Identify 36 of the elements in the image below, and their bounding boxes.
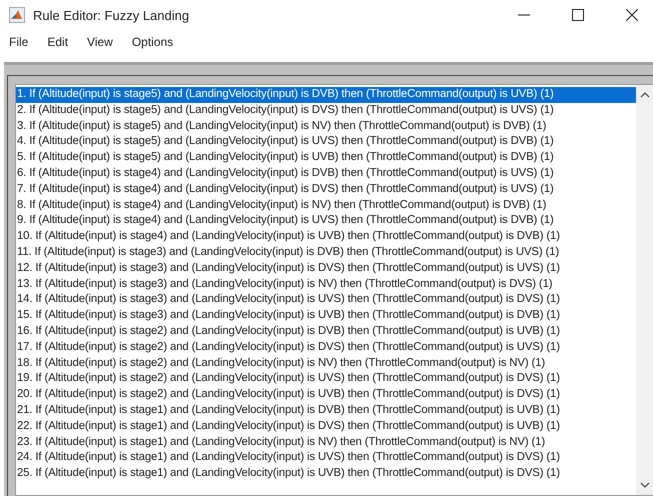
rule-item[interactable]: 6. If (Altitude(input) is stage4) and (LandingVelocity(input) is DVB) then (ThrottleCommand(output) is UVS) (1) <box>16 166 636 182</box>
rule-item[interactable]: 21. If (Altitude(input) is stage1) and (LandingVelocity(input) is DVB) then (ThrottleCommand(output) is UVB) (1) <box>16 402 636 419</box>
menu-item[interactable]: Edit <box>47 35 68 49</box>
rule-item[interactable]: 9. If (Altitude(input) is stage4) and (LandingVelocity(input) is UVS) then (ThrottleCommand(output) is DVB) (1) <box>16 213 636 230</box>
rule-item[interactable]: 18. If (Altitude(input) is stage2) and (LandingVelocity(input) is NV) then (ThrottleCommand(output) is NV) (1) <box>16 356 636 372</box>
rule-item[interactable]: 11. If (Altitude(input) is stage3) and (LandingVelocity(input) is DVB) then (ThrottleCommand(output) is UVS) (1) <box>16 244 636 261</box>
rule-item[interactable]: 14. If (Altitude(input) is stage3) and (LandingVelocity(input) is UVS) then (ThrottleCommand(output) is DVS) (1) <box>16 292 636 308</box>
rule-item[interactable]: 10. If (Altitude(input) is stage4) and (LandingVelocity(input) is UVB) then (ThrottleCommand(output) is DVB) (1) <box>16 229 636 245</box>
rule-item[interactable]: 7. If (Altitude(input) is stage4) and (LandingVelocity(input) is DVS) then (ThrottleCommand(output) is UVS) (1) <box>16 182 636 198</box>
menu-item[interactable]: View <box>87 35 113 49</box>
rule-item[interactable]: 19. If (Altitude(input) is stage2) and (LandingVelocity(input) is UVS) then (ThrottleCommand(output) is DVS) (1) <box>16 371 636 388</box>
rule-item[interactable]: 8. If (Altitude(input) is stage4) and (LandingVelocity(input) is NV) then (ThrottleCommand(output) is DVB) (1) <box>16 198 636 214</box>
rule-item[interactable]: 17. If (Altitude(input) is stage2) and (LandingVelocity(input) is DVS) then (ThrottleCommand(output) is UVS) (1) <box>16 340 636 356</box>
rule-item[interactable]: 12. If (Altitude(input) is stage3) and (LandingVelocity(input) is DVS) then (ThrottleCommand(output) is UVS) (1) <box>16 260 636 277</box>
rule-item[interactable]: 25. If (Altitude(input) is stage1) and (LandingVelocity(input) is UVB) then (ThrottleCommand(output) is DVS) (1) <box>16 466 636 482</box>
rule-item[interactable]: 1. If (Altitude(input) is stage5) and (LandingVelocity(input) is DVB) then (ThrottleCommand(output) is UVB) (1) <box>16 87 636 103</box>
rule-item[interactable]: 13. If (Altitude(input) is stage3) and (LandingVelocity(input) is NV) then (ThrottleCommand(output) is DVS) (1) <box>16 276 636 292</box>
window-title: Rule Editor: Fuzzy Landing <box>33 8 190 22</box>
close-icon[interactable] <box>626 9 638 21</box>
rule-item[interactable]: 23. If (Altitude(input) is stage1) and (LandingVelocity(input) is NV) then (ThrottleCommand(output) is NV) (1) <box>16 434 636 450</box>
menu-item[interactable]: File <box>9 35 28 49</box>
rule-item[interactable]: 3. If (Altitude(input) is stage5) and (LandingVelocity(input) is NV) then (ThrottleCommand(output) is DVB) (1) <box>16 118 636 134</box>
rule-item[interactable]: 2. If (Altitude(input) is stage5) and (LandingVelocity(input) is DVS) then (ThrottleCommand(output) is UVS) (1) <box>16 102 636 119</box>
rule-item[interactable]: 5. If (Altitude(input) is stage5) and (LandingVelocity(input) is UVB) then (ThrottleCommand(output) is DVB) (1) <box>16 150 636 166</box>
scroll-up-icon[interactable] <box>640 91 650 99</box>
rule-item[interactable]: 24. If (Altitude(input) is stage1) and (LandingVelocity(input) is UVS) then (ThrottleCommand(output) is DVS) (1) <box>16 450 636 466</box>
maximize-icon[interactable] <box>572 9 584 21</box>
menu-item[interactable]: Options <box>132 35 174 49</box>
rule-item[interactable]: 16. If (Altitude(input) is stage2) and (LandingVelocity(input) is DVB) then (ThrottleCommand(output) is UVB) (1) <box>16 324 636 340</box>
app-logo-icon <box>9 7 25 23</box>
rule-item[interactable]: 22. If (Altitude(input) is stage1) and (LandingVelocity(input) is DVS) then (ThrottleCommand(output) is UVB) (1) <box>16 418 636 435</box>
rule-item[interactable]: 20. If (Altitude(input) is stage2) and (LandingVelocity(input) is UVB) then (ThrottleCommand(output) is DVS) (1) <box>16 387 636 403</box>
rule-item[interactable]: 4. If (Altitude(input) is stage5) and (LandingVelocity(input) is UVS) then (ThrottleCommand(output) is DVB) (1) <box>16 134 636 150</box>
scroll-down-icon[interactable] <box>640 481 650 489</box>
scrollbar[interactable] <box>636 85 653 495</box>
rule-item[interactable]: 15. If (Altitude(input) is stage3) and (LandingVelocity(input) is UVB) then (ThrottleCommand(output) is DVB) (1) <box>16 308 636 324</box>
